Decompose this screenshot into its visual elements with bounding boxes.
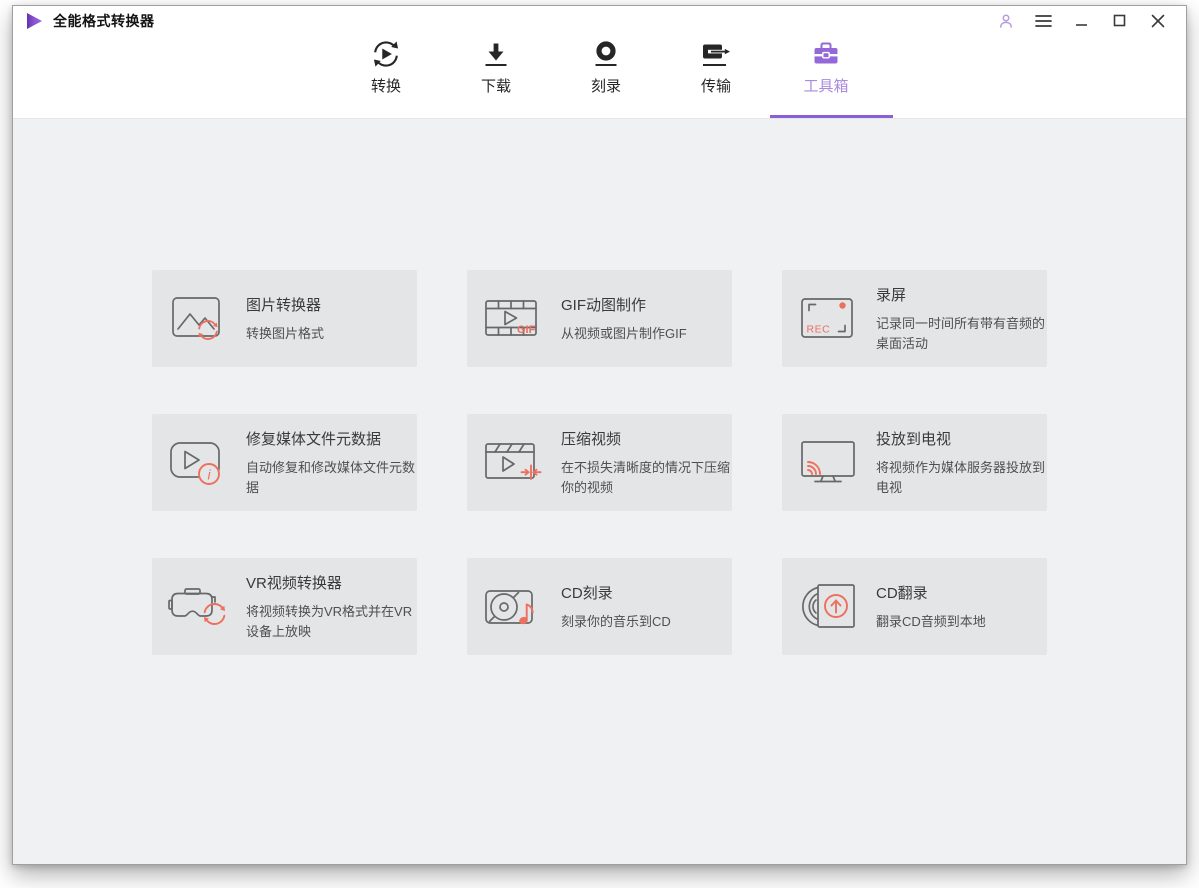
card-title: VR视频转换器 (246, 575, 342, 592)
card-title: CD刻录 (561, 584, 613, 602)
gif-maker-icon: GIF (485, 299, 537, 336)
maximize-icon[interactable] (1111, 12, 1128, 29)
tab-download-label: 下载 (480, 78, 511, 95)
image-converter-icon (172, 296, 220, 340)
card-subtitle: 刻录你的音乐到CD (561, 613, 671, 629)
cast-to-tv-icon (801, 440, 855, 482)
card-subtitle: 从视频或图片制作GIF (561, 325, 687, 341)
tab-convert[interactable]: 转换 (345, 36, 427, 96)
card-title: 录屏 (876, 287, 907, 304)
window-title: 全能格式转换器 (53, 13, 155, 29)
header: 全能格式转换器 转换 下载 刻录 传输 工具箱 (13, 6, 1186, 119)
card-vr-converter[interactable]: VR视频转换器 将视频转换为VR格式并在VR设备上放映 (152, 558, 417, 655)
gif-label: GIF (517, 324, 536, 336)
main-nav: 转换 下载 刻录 传输 工具箱 (345, 36, 867, 96)
rec-label: REC (807, 323, 831, 335)
tab-convert-label: 转换 (370, 78, 401, 95)
vr-converter-icon (168, 587, 226, 625)
card-gif-maker[interactable]: GIF GIF动图制作 从视频或图片制作GIF (467, 270, 732, 367)
card-title: 修复媒体文件元数据 (246, 431, 382, 448)
tab-burn[interactable]: 刻录 (565, 36, 647, 96)
tab-transfer[interactable]: 传输 (675, 36, 757, 96)
cd-rip-icon (802, 583, 855, 628)
compress-video-icon (485, 442, 542, 480)
menu-icon[interactable] (1035, 12, 1052, 29)
card-fix-metadata[interactable]: i 修复媒体文件元数据 自动修复和修改媒体文件元数据 (152, 414, 417, 511)
card-subtitle: 将视频作为媒体服务器投放到电视 (876, 460, 1046, 495)
active-tab-indicator (770, 115, 893, 118)
card-title: CD翻录 (876, 584, 928, 602)
account-icon[interactable] (997, 12, 1014, 29)
card-cast-to-tv[interactable]: 投放到电视 将视频作为媒体服务器投放到电视 (782, 414, 1047, 511)
cd-burn-icon (485, 589, 534, 624)
card-screen-record[interactable]: REC 录屏 记录同一时间所有带有音频的桌面活动 (782, 270, 1047, 367)
download-icon (480, 36, 512, 70)
tool-grid: 图片转换器 转换图片格式 GIF GIF动图制作 从视频或图片制作GIF REC… (152, 270, 1186, 655)
screen-record-icon: REC (801, 297, 853, 338)
minimize-icon[interactable] (1073, 12, 1090, 29)
card-cd-burn[interactable]: CD刻录 刻录你的音乐到CD (467, 558, 732, 655)
card-cd-rip[interactable]: CD翻录 翻录CD音频到本地 (782, 558, 1047, 655)
burn-icon (590, 36, 622, 70)
tab-toolbox[interactable]: 工具箱 (785, 36, 867, 96)
card-subtitle: 自动修复和修改媒体文件元数据 (246, 460, 416, 495)
convert-icon (370, 36, 402, 70)
card-subtitle: 将视频转换为VR格式并在VR设备上放映 (246, 604, 413, 639)
card-subtitle: 翻录CD音频到本地 (876, 613, 986, 629)
card-subtitle: 在不损失清晰度的情况下压缩你的视频 (561, 460, 731, 495)
toolbox-icon (810, 36, 842, 70)
card-title: 投放到电视 (876, 431, 952, 448)
tab-burn-label: 刻录 (590, 78, 621, 95)
tab-download[interactable]: 下载 (455, 36, 537, 96)
tab-toolbox-label: 工具箱 (803, 78, 849, 95)
card-title: 图片转换器 (246, 296, 322, 314)
card-compress-video[interactable]: 压缩视频 在不损失清晰度的情况下压缩你的视频 (467, 414, 732, 511)
card-subtitle: 记录同一时间所有带有音频的桌面活动 (876, 316, 1046, 351)
transfer-icon (699, 36, 733, 70)
card-title: 压缩视频 (561, 431, 622, 448)
app-logo-icon (27, 13, 42, 29)
fix-metadata-icon: i (170, 441, 220, 485)
card-subtitle: 转换图片格式 (246, 325, 325, 341)
card-image-converter[interactable]: 图片转换器 转换图片格式 (152, 270, 417, 367)
close-icon[interactable] (1149, 12, 1166, 29)
app-window: 全能格式转换器 转换 下载 刻录 传输 工具箱 图片转换器 转换图片格式 GIF… (12, 5, 1187, 865)
tab-transfer-label: 传输 (700, 78, 731, 95)
window-controls (997, 12, 1186, 29)
toolbox-panel: 图片转换器 转换图片格式 GIF GIF动图制作 从视频或图片制作GIF REC… (13, 119, 1186, 864)
card-title: GIF动图制作 (561, 296, 646, 314)
